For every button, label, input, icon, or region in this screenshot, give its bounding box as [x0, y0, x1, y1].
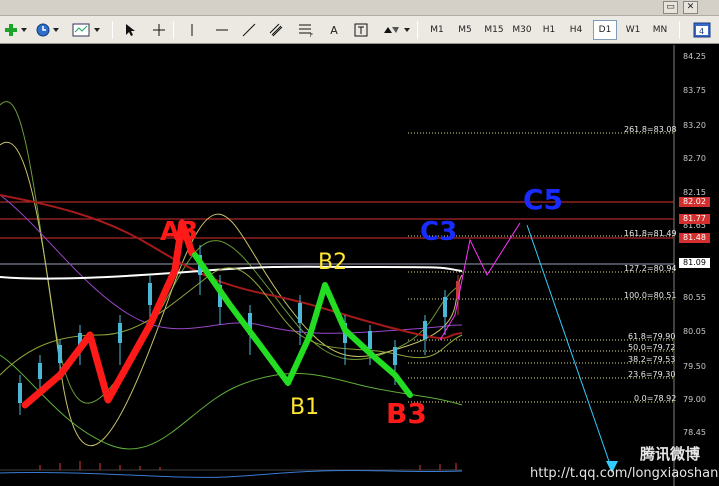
price-tag-81-77: 81.77 — [679, 214, 710, 224]
horizontal-line-button[interactable] — [213, 20, 231, 40]
toolbar-separator — [173, 21, 174, 39]
chevron-down-icon — [94, 28, 100, 32]
chevron-down-icon — [53, 28, 59, 32]
toolbar-separator — [112, 21, 113, 39]
horizontal-line-icon — [216, 29, 228, 31]
new-window-button[interactable]: 4 — [691, 20, 713, 40]
chart-template-icon — [72, 23, 90, 37]
plus-green-icon — [5, 24, 17, 36]
timeframe-m1[interactable]: M1 — [426, 20, 448, 40]
timeframe-w1[interactable]: W1 — [622, 20, 644, 40]
projection-cyan — [526, 224, 613, 471]
price-tag-82-02: 82.02 — [679, 197, 710, 207]
svg-text:4: 4 — [699, 27, 704, 36]
timeframe-m15[interactable]: M15 — [481, 20, 507, 40]
fib-label-23-6: 23.6=79.30 — [628, 370, 676, 379]
fib-label-61-8: 61.8=79.90 — [628, 332, 676, 341]
calendar-window-icon: 4 — [693, 22, 711, 38]
timeframe-m30[interactable]: M30 — [509, 20, 535, 40]
chevron-down-icon — [21, 28, 27, 32]
dropdown-arrow-3[interactable] — [93, 20, 101, 40]
timeframe-mn[interactable]: MN — [649, 20, 671, 40]
timeframe-h4[interactable]: H4 — [565, 20, 587, 40]
price-tick: 80.05 — [683, 327, 706, 336]
toolbar: F A M1 M5 M15 M30 H1 H4 D1 W1 MN 4 — [0, 16, 719, 44]
wave-red-a — [21, 219, 196, 409]
annotation-b2: B2 — [318, 250, 348, 275]
fibonacci-button[interactable]: F — [296, 20, 316, 40]
crosshair-button[interactable] — [150, 20, 168, 40]
indicator-histogram — [0, 461, 463, 478]
arrows-button[interactable] — [380, 20, 402, 40]
fib-label-50: 50.0=79.72 — [628, 343, 676, 352]
price-tick: 83.20 — [683, 121, 706, 130]
price-tick: 84.25 — [683, 52, 706, 61]
watermark-url: http://t.qq.com/longxiaoshanhe — [530, 466, 719, 481]
dropdown-arrow[interactable] — [20, 20, 28, 40]
annotation-a3: A3 — [160, 217, 199, 247]
cursor-arrow-icon — [126, 24, 135, 36]
price-tick: 83.75 — [683, 86, 706, 95]
text-button[interactable]: A — [325, 20, 343, 40]
new-order-button[interactable] — [2, 20, 20, 40]
annotation-b1: B1 — [290, 395, 320, 420]
cursor-button[interactable] — [121, 20, 139, 40]
price-tag-81-48: 81.48 — [679, 233, 710, 243]
fib-label-261-8: 261.8=83.08 — [624, 125, 677, 134]
fib-label-0: 0.0=78.92 — [634, 394, 677, 403]
annotation-c5: C5 — [523, 183, 564, 216]
price-tick: 82.70 — [683, 154, 706, 163]
svg-text:F: F — [310, 33, 313, 37]
dropdown-arrow-4[interactable] — [403, 20, 411, 40]
fib-label-38-2: 38.2=79.53 — [628, 355, 676, 364]
annotation-b3: B3 — [386, 397, 427, 430]
vertical-line-icon — [191, 24, 193, 36]
arrows-icon — [384, 27, 399, 33]
text-label-icon — [354, 23, 368, 37]
text-label-button[interactable] — [352, 20, 370, 40]
template-button[interactable] — [70, 20, 92, 40]
price-tag-81-09: 81.09 — [679, 258, 710, 268]
trend-line-icon — [242, 23, 256, 37]
trend-line-button[interactable] — [240, 20, 258, 40]
chart-canvas — [0, 45, 675, 486]
price-chart[interactable]: 84.25 83.75 83.20 82.70 82.15 81.65 80.5… — [0, 45, 719, 486]
window-close-button[interactable]: ✕ — [683, 1, 698, 14]
equidistant-channel-icon — [269, 23, 283, 37]
chevron-down-icon — [404, 28, 410, 32]
fib-label-100: 100.0=80.51 — [624, 291, 677, 300]
annotation-c3: C3 — [420, 217, 458, 247]
toolbar-separator — [417, 21, 418, 39]
price-tick: 78.45 — [683, 428, 706, 437]
clock-icon — [36, 23, 50, 37]
fibonacci-icon: F — [299, 24, 313, 37]
price-tick: 79.50 — [683, 362, 706, 371]
timeframe-d1[interactable]: D1 — [593, 20, 617, 40]
toolbar-separator — [679, 21, 680, 39]
ma-white — [0, 265, 463, 280]
vertical-line-button[interactable] — [183, 20, 201, 40]
price-tick: 82.15 — [683, 188, 706, 197]
equidistant-channel-button[interactable] — [267, 20, 287, 40]
timeframe-h1[interactable]: H1 — [538, 20, 560, 40]
window-restore-button[interactable]: ▭ — [663, 1, 678, 14]
window-title-strip: ▭ ✕ — [0, 0, 719, 16]
timeframe-m5[interactable]: M5 — [454, 20, 476, 40]
weibo-logo: 腾讯微博 — [640, 445, 701, 463]
history-button[interactable] — [34, 20, 52, 40]
dropdown-arrow-2[interactable] — [52, 20, 60, 40]
fib-label-161-8: 161.8=81.49 — [624, 229, 677, 238]
fib-label-127-2: 127.2=80.94 — [624, 264, 677, 273]
price-tick: 79.00 — [683, 395, 706, 404]
crosshair-icon — [153, 24, 165, 36]
price-tick: 80.55 — [683, 293, 706, 302]
